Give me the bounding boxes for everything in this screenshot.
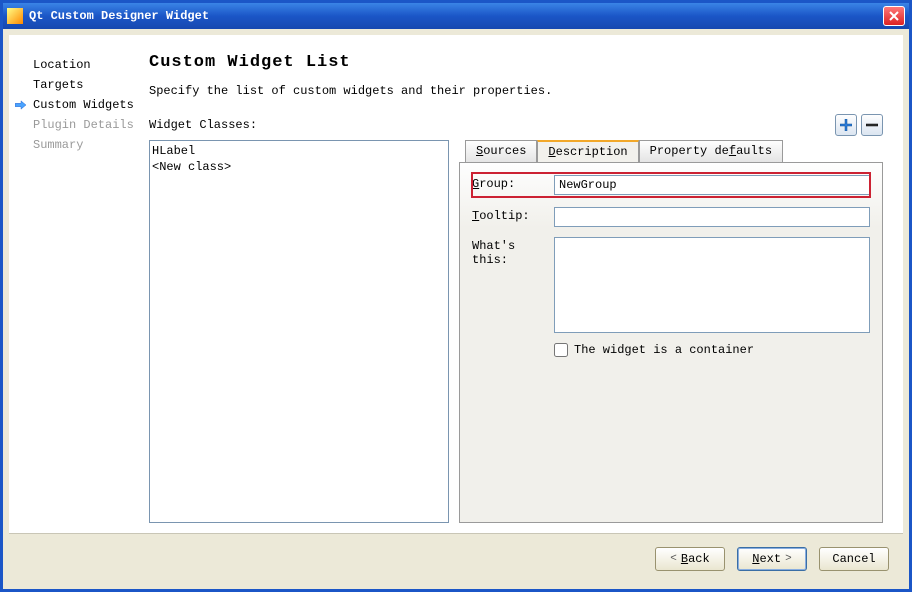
- sidebar-item-location[interactable]: Location: [15, 55, 143, 75]
- tooltip-input[interactable]: [554, 207, 870, 227]
- sidebar-item-custom-widgets[interactable]: Custom Widgets: [15, 95, 143, 115]
- group-label: Group:: [472, 175, 554, 191]
- next-button[interactable]: Next >: [737, 547, 807, 571]
- tooltip-row: Tooltip:: [472, 207, 870, 227]
- tooltip-label: Tooltip:: [472, 207, 554, 223]
- tabrow: Sources Description Property defaults: [465, 140, 883, 162]
- add-class-button[interactable]: [835, 114, 857, 136]
- sidebar-item-label: Summary: [33, 138, 83, 152]
- arrow-right-icon: [15, 100, 27, 110]
- footer: < Back Next > Cancel: [9, 533, 903, 583]
- sidebar-item-label: Location: [33, 58, 91, 72]
- page-title: Custom Widget List: [149, 53, 883, 72]
- chevron-left-icon: <: [670, 553, 677, 565]
- sidebar-item-label: Plugin Details: [33, 118, 134, 132]
- group-row: Group:: [472, 173, 870, 197]
- close-button[interactable]: [883, 6, 905, 26]
- tab-panel-description: Group: Tooltip: What's this:: [459, 162, 883, 523]
- list-item[interactable]: <New class>: [152, 159, 446, 175]
- whatsthis-label: What's this:: [472, 237, 554, 267]
- sidebar: Location Targets Custom Widgets Plugin D…: [9, 35, 149, 533]
- widget-classes-label: Widget Classes:: [149, 118, 831, 132]
- sidebar-item-summary: Summary: [15, 135, 143, 155]
- app-icon: [7, 8, 23, 24]
- right-panel: Sources Description Property defaults Gr…: [459, 140, 883, 523]
- sidebar-item-label: Custom Widgets: [33, 98, 134, 112]
- main-area: Location Targets Custom Widgets Plugin D…: [9, 35, 903, 533]
- chevron-right-icon: >: [785, 553, 792, 565]
- container-checkbox[interactable]: [554, 343, 568, 357]
- sidebar-item-plugin-details: Plugin Details: [15, 115, 143, 135]
- sidebar-item-label: Targets: [33, 78, 83, 92]
- widget-class-list[interactable]: HLabel <New class>: [149, 140, 449, 523]
- minus-icon: [866, 119, 878, 131]
- whatsthis-row: What's this:: [472, 237, 870, 333]
- cancel-button[interactable]: Cancel: [819, 547, 889, 571]
- window: Qt Custom Designer Widget Location Targe…: [0, 0, 912, 592]
- tab-description[interactable]: Description: [537, 140, 638, 162]
- whatsthis-textarea[interactable]: [554, 237, 870, 333]
- classes-header: Widget Classes:: [149, 114, 883, 136]
- content: Custom Widget List Specify the list of c…: [149, 35, 903, 533]
- window-title: Qt Custom Designer Widget: [29, 9, 209, 23]
- lower-area: HLabel <New class> Sources Description P…: [149, 140, 883, 523]
- back-button[interactable]: < Back: [655, 547, 725, 571]
- close-icon: [889, 11, 899, 21]
- sidebar-item-targets[interactable]: Targets: [15, 75, 143, 95]
- container-row: The widget is a container: [554, 343, 870, 357]
- group-input[interactable]: [554, 175, 870, 195]
- tab-property-defaults[interactable]: Property defaults: [639, 140, 783, 162]
- page-subtitle: Specify the list of custom widgets and t…: [149, 84, 883, 98]
- remove-class-button[interactable]: [861, 114, 883, 136]
- container-label: The widget is a container: [574, 343, 754, 357]
- plus-icon: [840, 119, 852, 131]
- list-item[interactable]: HLabel: [152, 143, 446, 159]
- titlebar: Qt Custom Designer Widget: [3, 3, 909, 29]
- tab-sources[interactable]: Sources: [465, 140, 537, 162]
